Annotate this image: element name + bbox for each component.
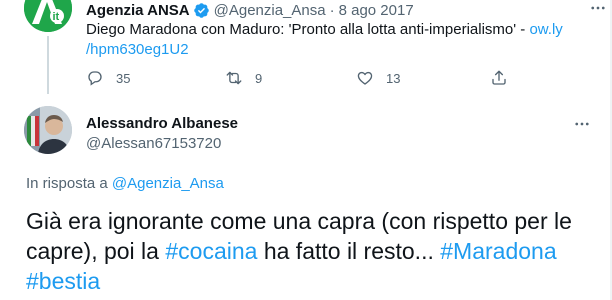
hashtag-link[interactable]: #bestia (26, 268, 100, 294)
tweet-text: Già era ignorante come una capra (con ri… (26, 206, 596, 296)
tweet-date[interactable]: 8 ago 2017 (339, 2, 414, 19)
share-icon (492, 70, 506, 85)
reply-button[interactable]: 35 (86, 68, 130, 88)
like-count: 13 (386, 70, 401, 86)
separator: · (329, 1, 335, 19)
parent-tweet[interactable]: it it Agenzia ANSA @Agenzia_Ansa · 8 ago… (0, 0, 612, 96)
author-handle[interactable]: @Alessan67153720 (86, 134, 221, 154)
reply-context: In risposta a @Agenzia_Ansa (26, 174, 224, 194)
author-name[interactable]: Agenzia ANSA (86, 2, 190, 19)
author-handle[interactable]: @Agenzia_Ansa (214, 2, 326, 19)
hashtag-link[interactable]: #cocaina (165, 238, 257, 264)
reply-handle-link[interactable]: @Agenzia_Ansa (112, 175, 224, 192)
tweet-text-part: ha fatto il resto... (257, 238, 441, 264)
tweet-link[interactable]: ow.ly (529, 21, 562, 38)
tweet-text: Diego Maradona con Maduro: 'Pronto alla … (86, 21, 530, 38)
retweet-count: 9 (255, 70, 263, 86)
more-icon (575, 122, 589, 126)
parent-tweet-text: Diego Maradona con Maduro: 'Pronto alla … (86, 20, 586, 60)
avatar[interactable] (24, 106, 72, 154)
reply-count: 35 (116, 70, 131, 86)
profile-photo-icon (24, 106, 72, 154)
more-options-button[interactable] (572, 114, 592, 134)
svg-text:it: it (53, 11, 60, 23)
hashtag-link[interactable]: #Maradona (440, 238, 556, 264)
tweet-thread: it it Agenzia ANSA @Agenzia_Ansa · 8 ago… (0, 0, 612, 300)
avatar[interactable]: it it (24, 0, 72, 32)
more-icon (591, 6, 605, 10)
thread-connector (47, 36, 49, 94)
verified-badge-icon (193, 2, 210, 19)
reply-prefix: In risposta a (26, 175, 112, 192)
more-options-button[interactable] (588, 0, 608, 18)
share-button[interactable] (490, 68, 508, 88)
parent-header: Agenzia ANSA @Agenzia_Ansa · 8 ago 2017 (86, 0, 414, 20)
retweet-button[interactable]: 9 (225, 68, 262, 88)
heart-icon (357, 71, 373, 85)
author-name[interactable]: Alessandro Albanese (86, 114, 238, 134)
tweet-link-path[interactable]: /hpm630eg1U2 (86, 41, 189, 58)
reply-icon (88, 71, 102, 86)
ansa-logo-icon: it it (24, 0, 72, 32)
tweet-actions: 35 9 13 (86, 68, 586, 88)
retweet-icon (226, 71, 242, 85)
like-button[interactable]: 13 (356, 68, 400, 88)
